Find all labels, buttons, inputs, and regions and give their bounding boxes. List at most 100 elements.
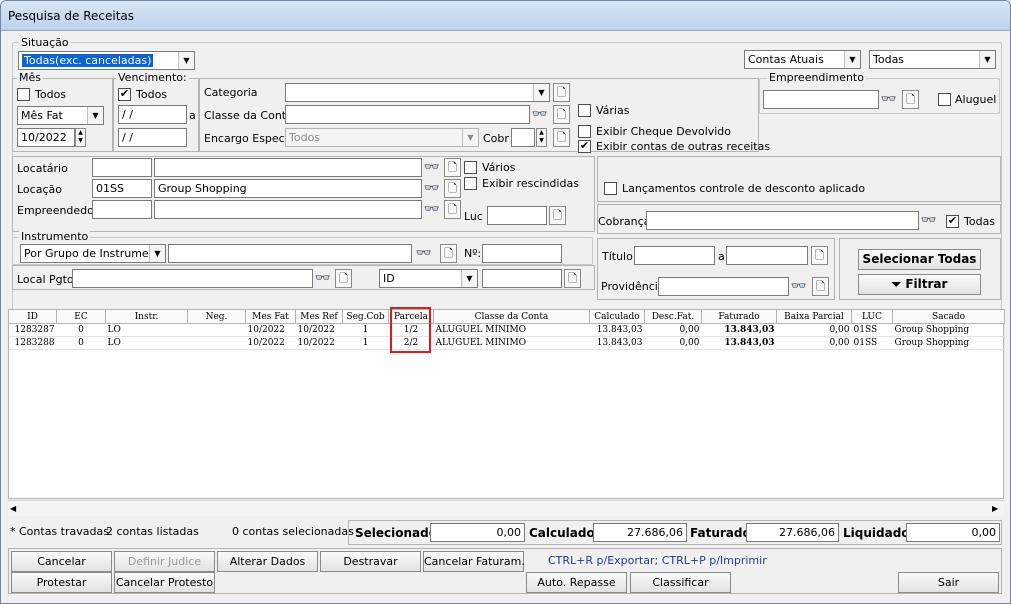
new-doc-icon[interactable]: 🗋 <box>553 105 570 124</box>
empreendedor-name-input[interactable] <box>154 200 422 219</box>
binoculars-icon[interactable]: 👓 <box>314 269 332 288</box>
mes-spinner[interactable]: ▲ ▼ <box>75 128 86 147</box>
encargo-select[interactable]: Todos ▼ <box>285 128 479 147</box>
varias-checkbox[interactable] <box>578 104 591 117</box>
binoculars-icon[interactable]: 👓 <box>920 211 938 230</box>
new-doc-icon[interactable]: 🗋 <box>553 128 570 147</box>
exibir-rescindidas-checkbox[interactable] <box>464 177 477 190</box>
new-doc-icon[interactable]: 🗋 <box>444 158 461 177</box>
locatario-name-input[interactable] <box>154 158 422 177</box>
binoculars-icon[interactable]: 👓 <box>423 179 441 198</box>
varios-checkbox[interactable] <box>464 161 477 174</box>
column-header[interactable]: EC <box>56 309 106 324</box>
cobr-input[interactable] <box>511 128 535 147</box>
mes-valor-input[interactable]: 10/2022 <box>17 128 75 147</box>
table-cell <box>187 323 246 337</box>
table-row[interactable]: 1283287 0 LO 10/2022 10/2022 1 1/2 ALUGUEL MÍNI… <box>8 323 1005 337</box>
scroll-right-icon[interactable]: ▶ <box>992 504 998 513</box>
sair-button[interactable]: Sair <box>898 572 999 593</box>
auto-repasse-button[interactable]: Auto. Repasse <box>526 572 627 593</box>
column-header[interactable]: Mes Fat <box>245 309 296 324</box>
titulo-de-input[interactable] <box>634 246 715 265</box>
mes-tipo-select[interactable]: Mês Fat ▼ <box>17 106 104 125</box>
binoculars-icon[interactable]: 👓 <box>423 200 441 219</box>
binoculars-icon[interactable]: 👓 <box>423 158 441 177</box>
protestar-button[interactable]: Protestar <box>11 572 112 593</box>
vencimento-ate-input[interactable]: / / <box>118 128 187 147</box>
table-row[interactable]: 1283288 0 LO 10/2022 10/2022 1 2/2 ALUGUEL MÍNI… <box>8 336 1005 350</box>
destravar-button[interactable]: Destravar <box>320 551 421 572</box>
table-cell: 0,00 <box>776 336 852 350</box>
selecionar-todas-button[interactable]: Selecionar Todas <box>858 249 981 270</box>
situacao-select[interactable]: Todas(exc. canceladas) ▼ <box>18 51 195 70</box>
lancamentos-checkbox[interactable] <box>604 182 617 195</box>
categoria-select[interactable]: ▼ <box>285 83 550 102</box>
column-header[interactable]: Seg.Cob <box>342 309 389 324</box>
vencimento-de-input[interactable]: / / <box>118 105 187 124</box>
local-id-input[interactable] <box>482 269 562 288</box>
contas-select[interactable]: Contas Atuais ▼ <box>744 50 861 69</box>
providencia-input[interactable] <box>658 277 789 296</box>
column-header[interactable]: ID <box>8 309 57 324</box>
binoculars-icon[interactable]: 👓 <box>531 105 549 124</box>
column-header[interactable]: Faturado <box>701 309 777 324</box>
cobr-spinner[interactable]: ▲ ▼ <box>536 128 547 147</box>
mes-todos-checkbox[interactable] <box>17 88 30 101</box>
binoculars-icon[interactable]: 👓 <box>880 90 898 109</box>
new-doc-icon[interactable]: 🗋 <box>440 244 457 263</box>
cancelar-protesto-button[interactable]: Cancelar Protesto <box>114 572 215 593</box>
cobranca-todas-checkbox[interactable]: ✔ <box>946 215 959 228</box>
table-cell: 0 <box>56 336 106 350</box>
listadas-label: 2 contas listadas <box>106 525 199 538</box>
exibir-cheque-checkbox[interactable] <box>578 125 591 138</box>
local-id-select[interactable]: ID ▼ <box>379 269 478 288</box>
new-doc-icon[interactable]: 🗋 <box>549 206 566 225</box>
empreendedor-code-input[interactable] <box>92 200 152 219</box>
column-header[interactable]: Calculado <box>589 309 645 324</box>
locacao-name-input[interactable]: Group Shopping <box>154 179 422 198</box>
luc-input[interactable] <box>487 206 547 225</box>
column-header[interactable]: Mes Ref <box>295 309 343 324</box>
cancelar-faturam-button[interactable]: Cancelar Faturam. <box>423 551 525 572</box>
binoculars-icon[interactable]: 👓 <box>790 277 808 296</box>
new-doc-icon[interactable]: 🗋 <box>335 269 352 288</box>
locacao-code-input[interactable]: 01SS <box>92 179 152 198</box>
new-doc-icon[interactable]: 🗋 <box>564 269 581 288</box>
exibir-outras-checkbox[interactable]: ✔ <box>578 140 591 153</box>
vencimento-todos-checkbox[interactable]: ✔ <box>118 88 131 101</box>
column-header[interactable]: Instr. <box>105 309 188 324</box>
column-header[interactable]: Sacado <box>892 309 1005 324</box>
column-header[interactable]: Neg. <box>187 309 246 324</box>
column-header[interactable]: LUC <box>851 309 893 324</box>
filtrar-button[interactable]: ⏷ Filtrar <box>858 274 981 295</box>
column-header[interactable]: Classe da Conta <box>433 309 590 324</box>
binoculars-icon[interactable]: 👓 <box>415 244 433 263</box>
exibir-rescindidas-label: Exibir rescindidas <box>482 177 579 190</box>
new-doc-icon[interactable]: 🗋 <box>553 83 570 102</box>
new-doc-icon[interactable]: 🗋 <box>811 246 828 265</box>
cobranca-input[interactable] <box>646 211 919 230</box>
cancelar-button[interactable]: Cancelar <box>11 551 112 572</box>
instrumento-input[interactable] <box>168 244 412 263</box>
new-doc-icon[interactable]: 🗋 <box>444 200 461 219</box>
todas-select[interactable]: Todas ▼ <box>869 50 996 69</box>
horizontal-scrollbar[interactable]: ◀ ▶ <box>8 500 1004 516</box>
classe-input[interactable] <box>285 105 530 124</box>
table-cell: Group Shopping <box>892 336 1005 350</box>
instrumento-select[interactable]: Por Grupo de Instrumento ▼ <box>20 244 166 263</box>
titulo-ate-input[interactable] <box>726 246 808 265</box>
alterar-dados-button[interactable]: Alterar Dados <box>217 551 318 572</box>
column-header[interactable]: Baixa Parcial <box>776 309 852 324</box>
locatario-code-input[interactable] <box>92 158 152 177</box>
local-input[interactable] <box>72 269 313 288</box>
column-header[interactable]: Desc.Fat. <box>644 309 702 324</box>
new-doc-icon[interactable]: 🗋 <box>444 179 461 198</box>
scroll-left-icon[interactable]: ◀ <box>10 504 16 513</box>
new-doc-icon[interactable]: 🗋 <box>812 277 829 296</box>
aluguel-checkbox[interactable] <box>938 93 951 106</box>
new-doc-icon[interactable]: 🗋 <box>902 90 919 109</box>
numero-input[interactable] <box>482 244 562 263</box>
empreendimento-input[interactable] <box>763 90 879 109</box>
definir-judice-button[interactable]: Definir Judice <box>114 551 215 572</box>
classificar-button[interactable]: Classificar <box>630 572 731 593</box>
